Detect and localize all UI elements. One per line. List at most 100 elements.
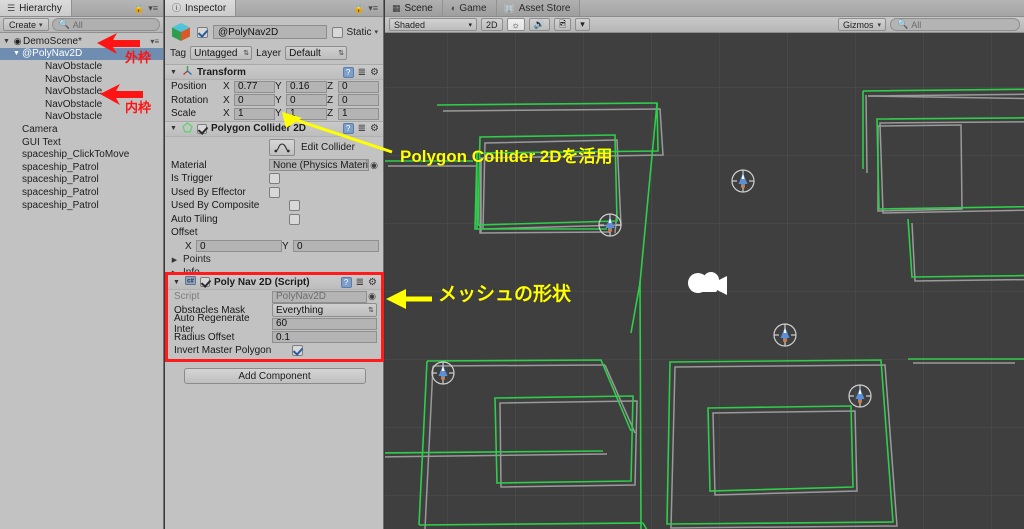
- offset-x[interactable]: X 0: [185, 240, 282, 253]
- transform-scale-y-input[interactable]: 1: [286, 107, 327, 120]
- create-button[interactable]: Create ▾: [3, 18, 49, 31]
- tab-scene[interactable]: ▦ Scene: [385, 0, 443, 16]
- tab-asset-store[interactable]: 🏢 Asset Store: [496, 0, 581, 16]
- preset-icon[interactable]: ≣: [358, 123, 366, 134]
- foldout-arrow-icon[interactable]: ▼: [172, 279, 181, 286]
- hierarchy-item-gui-text[interactable]: GUI Text: [0, 136, 163, 149]
- points-foldout[interactable]: ▶ Points: [165, 253, 383, 266]
- transform-position-z[interactable]: Z0: [327, 80, 379, 93]
- gear-icon[interactable]: ⚙: [368, 277, 377, 288]
- foldout-arrow-icon[interactable]: ▼: [169, 125, 178, 132]
- hierarchy-item-spaceship-clicktomove[interactable]: spaceship_ClickToMove: [0, 148, 163, 161]
- tab-inspector[interactable]: ⓘ Inspector: [165, 0, 237, 16]
- scene-search-input[interactable]: 🔍 All: [890, 18, 1020, 31]
- offset-x-input[interactable]: 0: [196, 240, 282, 253]
- transform-scale-z[interactable]: Z1: [327, 107, 379, 120]
- transform-position-y-input[interactable]: 0.16: [286, 80, 327, 93]
- auto-regenerate-input[interactable]: 60: [272, 317, 377, 330]
- spaceship-icon[interactable]: [431, 361, 455, 385]
- hierarchy-item-spaceship-patrol[interactable]: spaceship_Patrol: [0, 161, 163, 174]
- spaceship-icon[interactable]: [773, 323, 797, 347]
- foldout-arrow-icon[interactable]: ▼: [1, 38, 12, 45]
- transform-scale-x-input[interactable]: 1: [234, 107, 275, 120]
- transform-position-x-input[interactable]: 0.77: [234, 80, 275, 93]
- foldout-arrow-icon[interactable]: ▼: [11, 50, 22, 57]
- offset-y-input[interactable]: 0: [293, 240, 379, 253]
- transform-rotation-x-input[interactable]: 0: [234, 94, 275, 107]
- transform-position-x[interactable]: X 0.77: [223, 80, 275, 93]
- hamburger-icon[interactable]: ▾≡: [148, 3, 158, 14]
- audio-toggle-button[interactable]: 🔊: [528, 18, 550, 31]
- hierarchy-search-input[interactable]: 🔍 All: [51, 18, 160, 31]
- auto-tiling-checkbox[interactable]: [289, 213, 300, 225]
- spaceship-icon[interactable]: [598, 213, 622, 237]
- hamburger-icon[interactable]: ▾≡: [368, 3, 378, 14]
- shading-mode-dropdown[interactable]: Shaded ▾: [389, 18, 477, 31]
- tab-hierarchy[interactable]: ☰ Hierarchy: [0, 0, 72, 16]
- preset-icon[interactable]: ≣: [356, 277, 364, 288]
- obstacles-mask-dropdown[interactable]: Everything ⇅: [272, 303, 377, 318]
- used-by-composite-checkbox[interactable]: [289, 200, 300, 212]
- radius-offset-input[interactable]: 0.1: [272, 331, 377, 344]
- help-icon[interactable]: ?: [342, 66, 354, 78]
- transform-rotation-y-input[interactable]: 0: [286, 94, 327, 107]
- hierarchy-item-spaceship-patrol[interactable]: spaceship_Patrol: [0, 174, 163, 187]
- hierarchy-item-demoscene[interactable]: ▼ ◉ DemoScene* ▾≡: [0, 35, 163, 48]
- transform-scale-y[interactable]: Y1: [275, 107, 327, 120]
- effects-dropdown-button[interactable]: ▾: [575, 18, 590, 31]
- polygon-collider-enabled-checkbox[interactable]: [197, 123, 207, 134]
- lock-icon[interactable]: 🔒: [353, 3, 364, 14]
- foldout-arrow-icon[interactable]: ▼: [169, 69, 178, 76]
- transform-rotation-z[interactable]: Z0: [327, 94, 379, 107]
- scene-context-menu-icon[interactable]: ▾≡: [150, 37, 159, 46]
- tab-game[interactable]: ◖ Game: [442, 0, 497, 16]
- transform-scale-z-input[interactable]: 1: [338, 107, 379, 120]
- poly-nav-header[interactable]: ▼ c# Poly Nav 2D (Script) ? ≣ ⚙: [168, 275, 381, 290]
- transform-scale-x[interactable]: X1: [223, 107, 275, 120]
- spaceship-icon[interactable]: [731, 169, 755, 193]
- static-toggle[interactable]: Static ▾: [332, 26, 378, 38]
- offset-label-row: Offset: [165, 226, 383, 240]
- tag-dropdown[interactable]: Untagged ⇅: [190, 46, 253, 60]
- lock-icon[interactable]: 🔒: [133, 3, 144, 14]
- poly-nav-enabled-checkbox[interactable]: [200, 277, 210, 287]
- help-icon[interactable]: ?: [340, 276, 352, 288]
- hierarchy-item-camera[interactable]: Camera: [0, 123, 163, 136]
- spaceship-icon[interactable]: [848, 384, 872, 408]
- is-trigger-checkbox[interactable]: [269, 173, 280, 185]
- chevron-down-icon[interactable]: ▾: [374, 28, 378, 36]
- transform-rotation-x[interactable]: X0: [223, 94, 275, 107]
- help-icon[interactable]: ?: [342, 123, 354, 134]
- transform-position-z-input[interactable]: 0: [338, 80, 379, 93]
- foldout-arrow-icon[interactable]: ▶: [170, 256, 179, 264]
- material-object-field[interactable]: None (Physics Material 2D): [269, 159, 369, 172]
- transform-header[interactable]: ▼ Transform ? ≣ ⚙: [165, 65, 383, 80]
- toggle-2d-button[interactable]: 2D: [481, 18, 503, 31]
- offset-y[interactable]: Y 0: [282, 240, 379, 253]
- invert-master-checkbox[interactable]: [292, 345, 303, 357]
- create-button-label: Create: [9, 19, 37, 30]
- used-by-effector-checkbox[interactable]: [269, 186, 280, 198]
- transform-rotation-y[interactable]: Y0: [275, 94, 327, 107]
- object-picker-icon[interactable]: ◉: [369, 160, 379, 171]
- lighting-toggle-button[interactable]: ☼: [506, 18, 525, 31]
- is-trigger-row: Is Trigger: [165, 172, 383, 186]
- camera-icon[interactable]: [688, 272, 727, 295]
- preset-icon[interactable]: ≣: [358, 67, 366, 78]
- hierarchy-item-spaceship-patrol[interactable]: spaceship_Patrol: [0, 199, 163, 212]
- effects-toggle-button[interactable]: 🖻: [553, 18, 572, 31]
- transform-position-y[interactable]: Y 0.16: [275, 80, 327, 93]
- hierarchy-item-spaceship-patrol[interactable]: spaceship_Patrol: [0, 186, 163, 199]
- gameobject-name-input[interactable]: @PolyNav2D: [213, 25, 328, 39]
- static-checkbox[interactable]: [332, 26, 344, 38]
- gameobject-enabled-checkbox[interactable]: [197, 26, 208, 38]
- gear-icon[interactable]: ⚙: [370, 123, 379, 134]
- hierarchy-item-navobstacle[interactable]: NavObstacle: [0, 73, 163, 86]
- add-component-button[interactable]: Add Component: [183, 368, 366, 384]
- gear-icon[interactable]: ⚙: [370, 67, 379, 78]
- polygon-collider-header[interactable]: ▼ Polygon Collider 2D ? ≣ ⚙: [165, 121, 383, 137]
- layer-dropdown[interactable]: Default ⇅: [285, 46, 348, 60]
- gizmos-dropdown[interactable]: Gizmos ▾: [837, 18, 886, 31]
- edit-collider-button[interactable]: [269, 138, 295, 156]
- transform-rotation-z-input[interactable]: 0: [338, 94, 379, 107]
